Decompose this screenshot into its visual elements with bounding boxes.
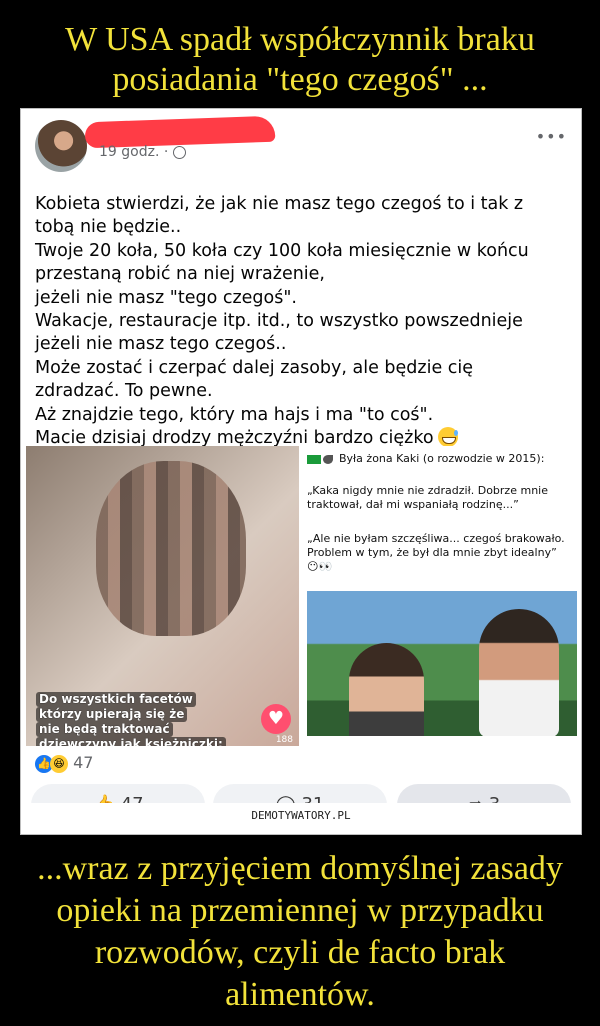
laugh-reaction-icon: 😆 <box>50 754 68 773</box>
couple-photo[interactable] <box>307 591 577 736</box>
post-meta: 19 godz. · <box>99 144 187 160</box>
thumbs-up-icon: 👍 <box>92 794 115 815</box>
more-options-icon[interactable]: ••• <box>536 127 567 146</box>
woman-figure <box>349 643 424 736</box>
screenshot-frame: 19 godz. · ••• Kobieta stwierdzi, że jak… <box>20 108 582 835</box>
post-text-line: jeżeli nie masz "tego czegoś". <box>35 287 297 308</box>
post-actions: 👍 47 ◯ 31 ➦ 3 <box>25 784 577 829</box>
post-time[interactable]: 19 godz. · <box>99 144 168 160</box>
globe-icon <box>173 145 187 159</box>
avatar[interactable] <box>35 120 87 172</box>
reactions-count: 47 <box>73 753 94 772</box>
top-title-line-2: posiadania "tego czegoś" ... <box>112 61 488 98</box>
post-text-line: przestaną robić na niej wrażenie, <box>35 264 325 285</box>
brazil-flag-icon <box>307 454 321 464</box>
comment-icon: ◯ <box>275 794 296 815</box>
bottom-title-line-4: alimentów. <box>225 976 375 1013</box>
post-text-line: Wakacje, restauracje itp. itd., to wszys… <box>35 311 523 332</box>
blurred-face <box>96 461 246 636</box>
wife-title: Była żona Kaki (o rozwodzie w 2015): <box>307 452 577 465</box>
shares-count: 3 <box>488 794 501 815</box>
top-title-line-1: W USA spadł współczynnik braku <box>65 21 535 58</box>
caption-line: nie będą traktować <box>36 722 173 737</box>
caption-line: dziewczyny jak księżniczki: <box>36 737 226 746</box>
quote-1: „Kaka nigdy mnie nie zdradził. Dobrze mn… <box>307 484 548 511</box>
share-button[interactable]: ➦ 3 <box>397 784 571 826</box>
facebook-post: 19 godz. · ••• Kobieta stwierdzi, że jak… <box>25 113 577 829</box>
grinning-sweat-emoji-icon <box>437 427 458 448</box>
speaking-head-icon <box>323 454 333 464</box>
post-header: 19 godz. · ••• <box>25 113 577 172</box>
comment-button[interactable]: ◯ 31 <box>213 784 387 826</box>
like-count: 47 <box>120 794 144 815</box>
caption-line: którzy upierają się że <box>36 707 188 722</box>
photo-caption: Do wszystkich facetów którzy upierają si… <box>36 692 226 746</box>
post-text-line: tobą nie będzie.. <box>35 217 182 238</box>
post-text-line: Twoje 20 koła, 50 koła czy 100 koła mies… <box>35 240 529 261</box>
bottom-title-line-1: ...wraz z przyjęciem domyślnej zasady <box>37 850 563 887</box>
left-photo[interactable]: Do wszystkich facetów którzy upierają si… <box>26 446 299 746</box>
post-text-line: jeżeli nie masz tego czegoś.. <box>35 334 287 355</box>
post-text-line: zdradzać. To pewne. <box>35 381 213 402</box>
comments-count: 31 <box>301 794 325 815</box>
quote-2: „Ale nie byłam szczęśliwa... czegoś brak… <box>307 532 565 573</box>
bottom-title-line-2: opieki na przemiennej w przypadku <box>56 892 544 929</box>
post-text-line: Aż znajdzie tego, który ma hajs i ma "to… <box>35 404 434 425</box>
wife-title-text: Była żona Kaki (o rozwodzie w 2015): <box>339 452 545 465</box>
top-title: W USA spadł współczynnik braku posiadani… <box>0 20 600 100</box>
reaction-summary[interactable]: 👍 😆 47 <box>35 753 93 773</box>
like-button[interactable]: 👍 47 <box>31 784 205 826</box>
bottom-title: ...wraz z przyjęciem domyślnej zasady op… <box>0 848 600 1016</box>
man-figure <box>479 609 559 736</box>
post-text-line: Kobieta stwierdzi, że jak nie masz tego … <box>35 194 524 214</box>
image-like-count: 188 <box>275 735 293 745</box>
bottom-title-line-3: rozwodów, czyli de facto brak <box>94 934 506 971</box>
share-icon: ➦ <box>467 794 483 815</box>
right-info-panel: Była żona Kaki (o rozwodzie w 2015): „Ka… <box>307 446 577 746</box>
heart-icon[interactable]: ♥ <box>261 704 291 734</box>
caption-line: Do wszystkich facetów <box>36 692 196 707</box>
post-text: Kobieta stwierdzi, że jak nie masz tego … <box>35 193 565 450</box>
post-text-line: Może zostać i czerpać dalej zasoby, ale … <box>35 357 474 378</box>
